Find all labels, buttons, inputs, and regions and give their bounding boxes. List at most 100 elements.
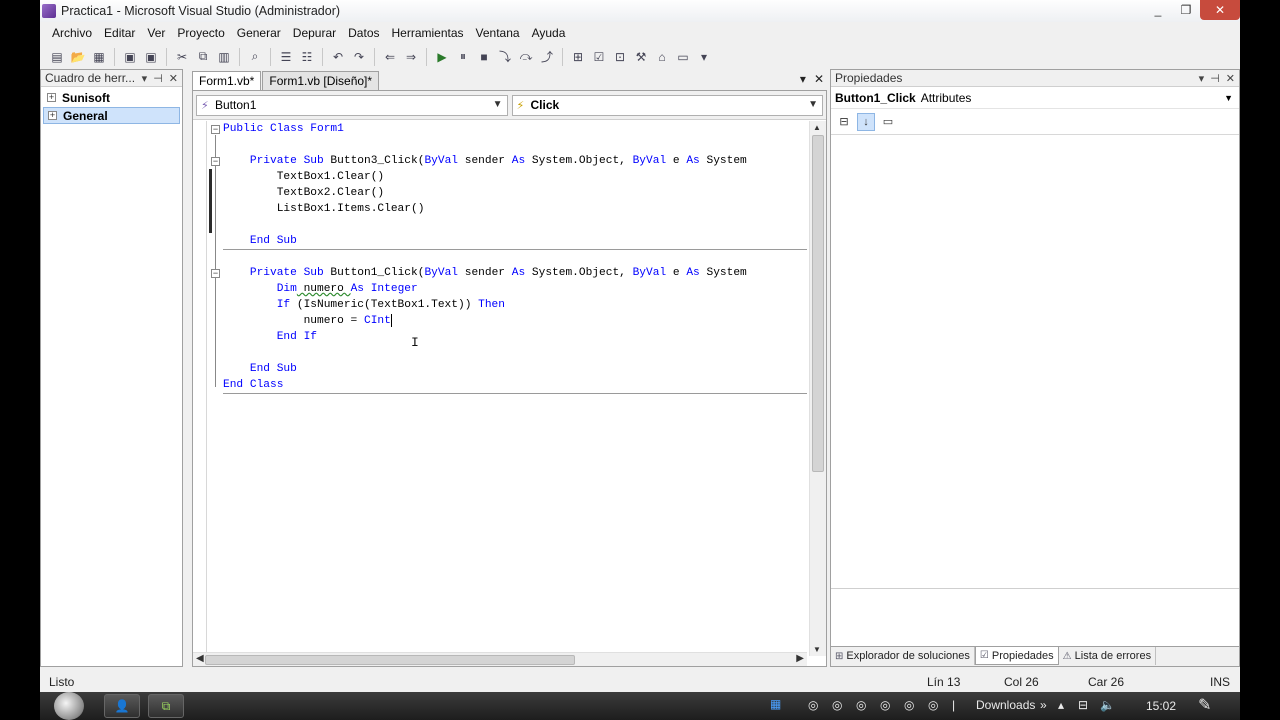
- tray-app-icon[interactable]: ◎: [808, 698, 818, 712]
- start-button[interactable]: [54, 692, 84, 720]
- code-text-area[interactable]: − − − Public Class Form1 Private Sub But…: [193, 121, 807, 656]
- tab-form1-design[interactable]: Form1.vb [Diseño]*: [262, 71, 380, 90]
- copy-icon[interactable]: ⧉: [194, 48, 212, 66]
- alphabetical-icon[interactable]: ↓: [857, 112, 875, 131]
- vertical-scrollbar[interactable]: ▲ ▼: [809, 121, 826, 656]
- maximize-button[interactable]: ❐: [1172, 0, 1200, 20]
- close-icon[interactable]: ✕: [1226, 72, 1235, 85]
- find-icon[interactable]: ⌕: [246, 48, 264, 66]
- tray-windows-icon[interactable]: ▦: [770, 697, 781, 711]
- menu-proyecto[interactable]: Proyecto: [171, 26, 230, 40]
- class-end-separator: [223, 393, 807, 394]
- properties-window-icon[interactable]: ☑: [590, 48, 608, 66]
- method-name-combo[interactable]: ⚡ Click ▼: [511, 94, 823, 116]
- solution-explorer-icon[interactable]: ⊞: [569, 48, 587, 66]
- downloads-folder[interactable]: Downloads: [976, 698, 1035, 712]
- uncomment-icon[interactable]: ☷: [298, 48, 316, 66]
- menu-herramientas[interactable]: Herramientas: [386, 26, 470, 40]
- tray-expand-icon[interactable]: ▴: [1058, 698, 1064, 712]
- clock[interactable]: 15:02: [1146, 699, 1176, 713]
- taskbar-user-icon[interactable]: 👤: [104, 694, 140, 718]
- toolbox-icon[interactable]: ⚒: [632, 48, 650, 66]
- redo-icon[interactable]: ↷: [350, 48, 368, 66]
- object-browser-icon[interactable]: ⊡: [611, 48, 629, 66]
- code-token: ByVal: [632, 267, 667, 279]
- property-pages-icon[interactable]: ▭: [879, 113, 897, 131]
- show-desktop-icon[interactable]: ✎: [1198, 695, 1211, 715]
- pin-icon[interactable]: ⊣: [153, 72, 163, 85]
- open-file-icon[interactable]: 📂: [69, 48, 87, 66]
- start-debug-icon[interactable]: ▶: [433, 48, 451, 66]
- class-name-combo[interactable]: ⚡ Button1 ▼: [196, 94, 508, 116]
- categorized-icon[interactable]: ⊟: [835, 113, 853, 131]
- start-page-icon[interactable]: ⌂: [653, 48, 671, 66]
- tray-app-icon[interactable]: ◎: [880, 698, 890, 712]
- indicator-margin: [193, 121, 207, 656]
- scroll-down-icon[interactable]: ▼: [813, 645, 821, 654]
- tab-form1-vb[interactable]: Form1.vb*: [192, 71, 262, 90]
- downloads-chevron-icon[interactable]: »: [1040, 698, 1047, 712]
- menu-ver[interactable]: Ver: [141, 26, 171, 40]
- add-item-icon[interactable]: ▦: [90, 48, 108, 66]
- expand-icon[interactable]: +: [47, 93, 56, 102]
- menu-archivo[interactable]: Archivo: [46, 26, 98, 40]
- navigate-back-icon[interactable]: ⇐: [381, 48, 399, 66]
- close-button[interactable]: ✕: [1200, 0, 1240, 20]
- dropdown-icon[interactable]: ▾: [142, 72, 148, 85]
- minimize-button[interactable]: _: [1144, 0, 1172, 20]
- volume-icon[interactable]: 🔈: [1100, 698, 1115, 712]
- pause-icon[interactable]: ⏸: [454, 48, 472, 66]
- step-over-icon[interactable]: ⤼: [517, 48, 535, 66]
- scroll-right-icon[interactable]: ▶: [796, 653, 804, 664]
- tray-app-icon[interactable]: ◎: [928, 698, 938, 712]
- collapse-icon[interactable]: −: [211, 157, 220, 166]
- tray-app-icon[interactable]: ◎: [832, 698, 842, 712]
- horizontal-scrollbar[interactable]: ◀ ▶: [193, 652, 807, 666]
- tab-solution-explorer[interactable]: ⊞ Explorador de soluciones: [831, 647, 975, 665]
- scroll-left-icon[interactable]: ◀: [196, 653, 204, 664]
- menu-generar[interactable]: Generar: [231, 26, 287, 40]
- command-window-icon[interactable]: ▭: [674, 48, 692, 66]
- menu-ventana[interactable]: Ventana: [470, 26, 526, 40]
- menu-ayuda[interactable]: Ayuda: [526, 26, 572, 40]
- undo-icon[interactable]: ↶: [329, 48, 347, 66]
- property-description-pane: [831, 588, 1239, 646]
- tray-app-icon[interactable]: ◎: [856, 698, 866, 712]
- cut-icon[interactable]: ✂: [173, 48, 191, 66]
- menu-editar[interactable]: Editar: [98, 26, 141, 40]
- object-selector[interactable]: Button1_Click Attributes ▼: [831, 87, 1239, 109]
- new-project-icon[interactable]: ▤: [48, 48, 66, 66]
- code-line-11: End If: [223, 331, 317, 343]
- horizontal-scroll-thumb[interactable]: [205, 655, 575, 665]
- step-into-icon[interactable]: ⤵: [496, 48, 514, 66]
- network-icon[interactable]: ⊟: [1078, 698, 1088, 712]
- menu-datos[interactable]: Datos: [342, 26, 385, 40]
- toolbox-section-sunisoft[interactable]: + Sunisoft: [43, 89, 180, 106]
- toolbar-options-icon[interactable]: ▾: [695, 48, 713, 66]
- paste-icon[interactable]: ▥: [215, 48, 233, 66]
- taskbar-visual-studio-icon[interactable]: ⧉: [148, 694, 184, 718]
- tray-app-icon[interactable]: ◎: [904, 698, 914, 712]
- tab-error-list[interactable]: ⚠ Lista de errores: [1059, 647, 1157, 665]
- pin-icon[interactable]: ⊣: [1210, 72, 1220, 85]
- collapse-icon[interactable]: −: [211, 269, 220, 278]
- expand-icon[interactable]: +: [48, 111, 57, 120]
- step-out-icon[interactable]: ⤴: [538, 48, 556, 66]
- vertical-scroll-thumb[interactable]: [812, 135, 824, 472]
- comment-icon[interactable]: ☰: [277, 48, 295, 66]
- menu-depurar[interactable]: Depurar: [287, 26, 342, 40]
- save-all-icon[interactable]: ▣: [142, 48, 160, 66]
- stop-icon[interactable]: ■: [475, 48, 493, 66]
- collapse-icon[interactable]: −: [211, 125, 220, 134]
- scroll-up-icon[interactable]: ▲: [813, 123, 821, 132]
- close-document-icon[interactable]: ✕: [814, 72, 824, 86]
- close-icon[interactable]: ✕: [169, 72, 178, 85]
- save-icon[interactable]: ▣: [121, 48, 139, 66]
- toolbox-section-general[interactable]: + General: [43, 107, 180, 124]
- properties-title: Propiedades: [835, 71, 903, 85]
- dropdown-icon[interactable]: ▾: [1199, 72, 1205, 85]
- tab-properties[interactable]: ☑ Propiedades: [974, 647, 1059, 665]
- active-files-dropdown-icon[interactable]: ▾: [800, 72, 806, 86]
- navigate-forward-icon[interactable]: ⇒: [402, 48, 420, 66]
- editor-navigation-bar: ⚡ Button1 ▼ ⚡ Click ▼: [193, 91, 826, 120]
